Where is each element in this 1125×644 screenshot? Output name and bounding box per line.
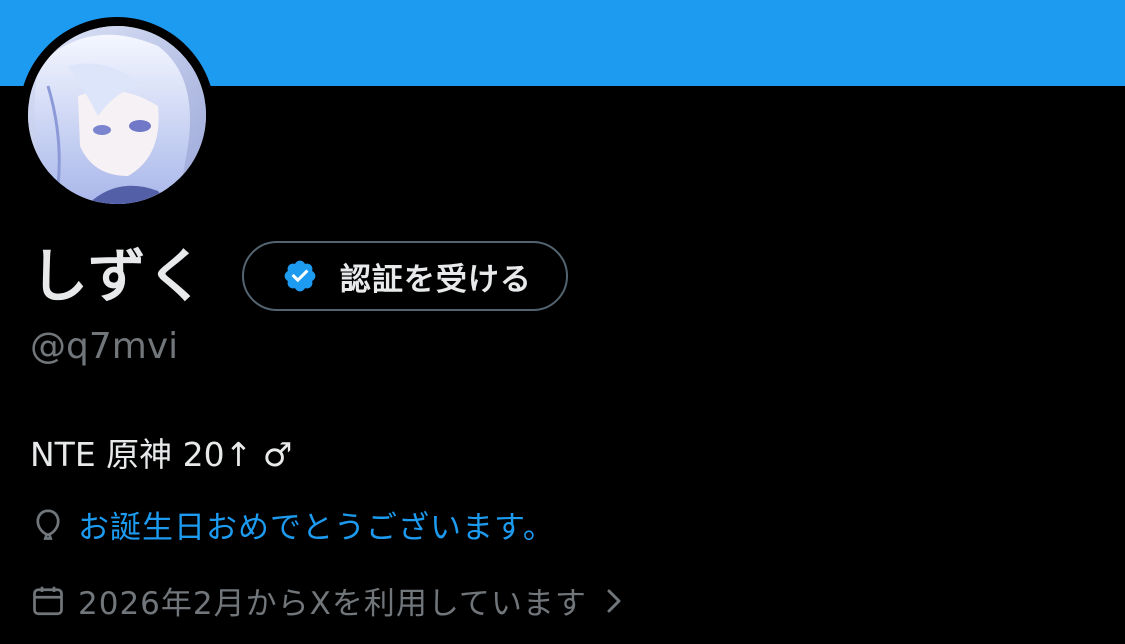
chevron-right-icon: [607, 589, 621, 612]
balloon-icon: [36, 508, 60, 540]
verified-badge-icon: [284, 260, 316, 292]
birthday-text: お誕生日おめでとうございます。: [78, 510, 555, 546]
user-handle: @q7mvi: [30, 326, 179, 367]
name-row: しずく 認証を受ける: [30, 236, 568, 316]
avatar-image: [28, 26, 206, 204]
avatar[interactable]: [28, 26, 206, 204]
joined-date-text: 2026年2月からXを利用しています: [78, 586, 587, 622]
joined-row[interactable]: 2026年2月からXを利用しています: [30, 578, 627, 623]
get-verified-label: 認証を受ける: [339, 261, 532, 298]
calendar-icon: [33, 586, 63, 615]
birthday-row: お誕生日おめでとうございます。: [30, 502, 555, 547]
display-name: しずく: [30, 242, 206, 310]
bio-text: NTE 原神 20↑ ♂: [30, 435, 293, 474]
get-verified-button[interactable]: 認証を受ける: [241, 241, 568, 311]
